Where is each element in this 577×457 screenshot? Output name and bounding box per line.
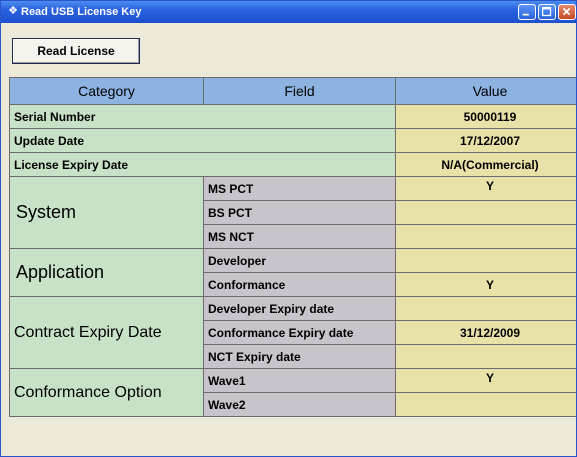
value-wave2 [395, 392, 576, 417]
system-category: System [9, 176, 204, 249]
maximize-icon [541, 6, 552, 17]
field-bs-pct: BS PCT [203, 200, 396, 225]
field-conformance-expiry: Conformance Expiry date [203, 320, 396, 345]
value-wave1: Y [395, 368, 576, 393]
header-category: Category [9, 77, 204, 105]
toolbar: Read License [1, 23, 576, 77]
field-developer: Developer [203, 248, 396, 273]
value-nct-expiry [395, 344, 576, 369]
header-field: Field [203, 77, 396, 105]
close-icon [562, 7, 571, 16]
field-ms-pct: MS PCT [203, 176, 396, 201]
value-developer-expiry [395, 296, 576, 321]
license-icon: ❖ [8, 5, 18, 17]
serial-number-value: 50000119 [395, 104, 576, 129]
header-value: Value [395, 77, 576, 105]
field-wave1: Wave1 [203, 368, 396, 393]
license-expiry-label: License Expiry Date [9, 152, 396, 177]
window-title: Read USB License Key [21, 6, 142, 18]
value-ms-pct: Y [395, 176, 576, 201]
serial-number-label: Serial Number [9, 104, 396, 129]
update-date-value: 17/12/2007 [395, 128, 576, 153]
value-bs-pct [395, 200, 576, 225]
application-category: Application [9, 248, 204, 297]
value-conformance: Y [395, 272, 576, 297]
value-conformance-expiry: 31/12/2009 [395, 320, 576, 345]
field-nct-expiry: NCT Expiry date [203, 344, 396, 369]
minimize-icon [522, 13, 529, 16]
minimize-button[interactable] [518, 4, 536, 20]
license-table: Category Field Value Serial Number 50000… [9, 77, 576, 456]
field-wave2: Wave2 [203, 392, 396, 417]
title-bar[interactable]: ❖ Read USB License Key [1, 1, 576, 23]
read-license-button[interactable]: Read License [12, 38, 140, 64]
value-developer [395, 248, 576, 273]
contract-expiry-category: Contract Expiry Date [9, 296, 204, 369]
value-ms-nct [395, 224, 576, 249]
license-window: ❖ Read USB License Key Read License Cate… [0, 0, 577, 457]
field-conformance: Conformance [203, 272, 396, 297]
maximize-button[interactable] [538, 4, 556, 20]
field-ms-nct: MS NCT [203, 224, 396, 249]
conformance-option-category: Conformance Option [9, 368, 204, 417]
close-button[interactable] [558, 4, 576, 20]
field-developer-expiry: Developer Expiry date [203, 296, 396, 321]
license-expiry-value: N/A(Commercial) [395, 152, 576, 177]
update-date-label: Update Date [9, 128, 396, 153]
